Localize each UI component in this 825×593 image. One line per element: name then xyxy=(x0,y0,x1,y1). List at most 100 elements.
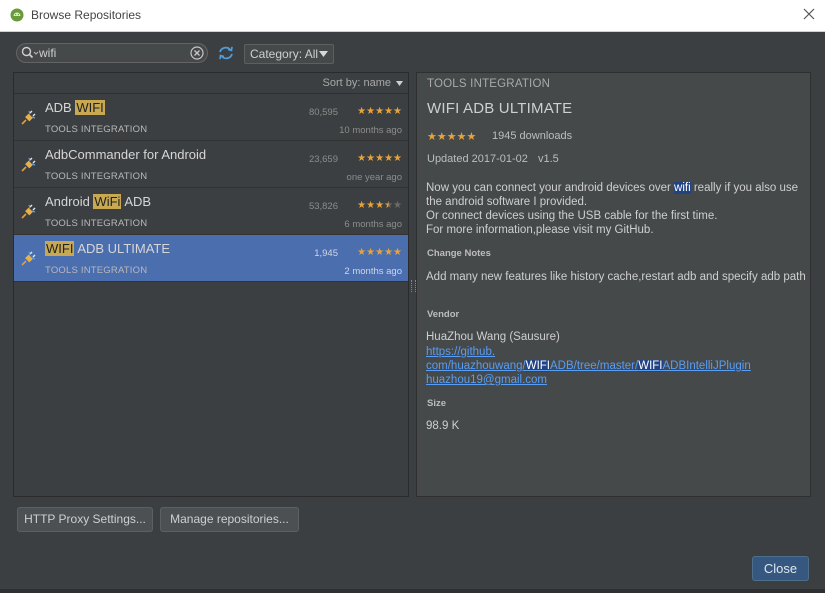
refresh-icon[interactable] xyxy=(217,45,235,61)
plugin-plug-icon xyxy=(21,110,36,125)
plugin-category: TOOLS INTEGRATION xyxy=(45,265,148,276)
star-full-icon: ★ xyxy=(427,131,437,143)
detail-description: Now you can connect your android devices… xyxy=(426,181,806,237)
search-match-highlight: WIFI xyxy=(75,100,105,115)
search-match-highlight: WiFi xyxy=(93,194,122,209)
plugin-rating: ★★★★★ xyxy=(357,247,402,258)
plugin-name-text: AdbCommander for Android xyxy=(45,147,207,162)
star-full-icon: ★ xyxy=(375,106,385,117)
star-full-icon: ★ xyxy=(393,153,402,164)
star-full-icon: ★ xyxy=(384,247,394,258)
category-dropdown[interactable]: Category: All xyxy=(244,44,334,64)
star-full-icon: ★ xyxy=(393,247,402,258)
search-match-highlight[interactable]: WIFI xyxy=(525,360,551,372)
plugin-rating: ★★★★★ xyxy=(357,200,402,211)
plugin-updated: 10 months ago xyxy=(339,125,402,136)
plugin-name: WIFI ADB ULTIMATE xyxy=(45,241,170,256)
clear-icon[interactable] xyxy=(190,46,204,60)
detail-title: WIFI ADB ULTIMATE xyxy=(427,100,573,117)
plugin-category: TOOLS INTEGRATION xyxy=(45,218,148,229)
star-full-icon: ★ xyxy=(357,247,367,258)
plugin-icon-wrap xyxy=(20,157,36,178)
chevron-down-icon xyxy=(319,51,328,57)
search-input[interactable] xyxy=(39,45,189,61)
search-field[interactable] xyxy=(16,43,208,63)
link-text[interactable]: ADB/tree/master/ xyxy=(550,360,638,372)
change-notes-text: Add many new features like history cache… xyxy=(426,271,806,283)
star-full-icon: ★ xyxy=(384,153,394,164)
plugin-name: Android WiFi ADB xyxy=(45,194,151,209)
close-icon[interactable] xyxy=(802,7,816,21)
plugin-icon-wrap xyxy=(20,204,36,225)
star-full-icon: ★ xyxy=(366,153,376,164)
plugin-name: AdbCommander for Android xyxy=(45,147,206,162)
plugin-category: TOOLS INTEGRATION xyxy=(45,171,148,182)
plugin-plug-icon xyxy=(21,251,36,266)
plugin-downloads: 80,595 xyxy=(308,107,338,118)
plugin-plug-icon xyxy=(21,204,36,219)
plugin-icon-wrap xyxy=(20,251,36,272)
star-full-icon: ★ xyxy=(456,131,467,143)
detail-rating: ★★★★★ xyxy=(427,130,476,143)
plugin-size: 98.9 K xyxy=(426,420,460,432)
star-half-icon: ★ xyxy=(384,200,394,211)
star-full-icon: ★ xyxy=(375,247,385,258)
plugin-row[interactable]: WIFI ADB ULTIMATE TOOLS INTEGRATION 1,945 ★… xyxy=(14,235,408,282)
vendor-heading: Vendor xyxy=(427,309,460,320)
close-button[interactable]: Close xyxy=(752,556,809,581)
plugin-category: TOOLS INTEGRATION xyxy=(45,124,148,135)
plugin-icon-wrap xyxy=(20,110,36,131)
plugin-details: TOOLS INTEGRATION WIFI ADB ULTIMATE ★★★★… xyxy=(416,72,811,497)
star-full-icon: ★ xyxy=(375,153,385,164)
desc-text: For more information,please visit my Git… xyxy=(426,224,654,236)
plugin-name: ADB WIFI xyxy=(45,100,105,115)
star-full-icon: ★ xyxy=(366,247,376,258)
link-text[interactable]: com/huazhouwang/ xyxy=(426,360,526,372)
detail-version: v1.5 xyxy=(538,153,559,165)
plugin-row[interactable]: AdbCommander for Android TOOLS INTEGRATIO… xyxy=(14,141,408,188)
plugin-row[interactable]: Android WiFi ADB TOOLS INTEGRATION 53,826 ★… xyxy=(14,188,408,235)
window-title: Browse Repositories xyxy=(31,8,142,22)
desc-text: Or connect devices using the USB cable f… xyxy=(426,210,718,222)
plugin-plug-icon xyxy=(21,157,36,172)
vendor-url-link[interactable]: https://github. com/huazhouwang/WIFIADB/… xyxy=(426,345,751,373)
star-full-icon: ★ xyxy=(357,106,367,117)
link-text[interactable]: https://github. xyxy=(426,346,495,358)
plugin-rating: ★★★★★ xyxy=(357,153,402,164)
star-full-icon: ★ xyxy=(436,131,447,143)
search-match-highlight: wifi xyxy=(674,182,691,194)
plugin-updated: 6 months ago xyxy=(344,219,402,230)
star-full-icon: ★ xyxy=(466,131,477,143)
http-proxy-settings-button[interactable]: HTTP Proxy Settings... xyxy=(17,507,153,532)
size-heading: Size xyxy=(427,398,447,409)
star-full-icon: ★ xyxy=(366,106,376,117)
vendor-name: HuaZhou Wang (Sausure) xyxy=(426,331,560,343)
search-match-highlight[interactable]: WIFI xyxy=(638,360,663,372)
desc-text: Now you can connect your android devices… xyxy=(426,182,675,194)
link-text[interactable]: ADBIntelliJPlugin xyxy=(663,360,751,372)
plugin-list: Sort by: name ADB WIFI TOOLS INTEGRATION 8… xyxy=(13,72,409,497)
plugin-name-text: ADB xyxy=(45,100,76,115)
chevron-down-icon[interactable] xyxy=(396,81,403,86)
star-full-icon: ★ xyxy=(366,200,376,211)
sort-bar: Sort by: name xyxy=(14,73,408,94)
title-bar: Browse Repositories xyxy=(0,0,825,32)
detail-downloads: 1945 downloads xyxy=(492,130,573,142)
category-label: Category: All xyxy=(250,47,319,61)
sort-dropdown[interactable]: Sort by: name xyxy=(323,77,391,89)
plugin-name-text: ADB ULTIMATE xyxy=(74,241,171,256)
plugin-row[interactable]: ADB WIFI TOOLS INTEGRATION 80,595 ★★★★★ 10 m… xyxy=(14,94,408,141)
window-bottom-edge xyxy=(0,589,825,593)
star-full-icon: ★ xyxy=(357,200,367,211)
manage-repositories-button[interactable]: Manage repositories... xyxy=(160,507,299,532)
search-icon xyxy=(21,46,39,59)
plugin-downloads: 1,945 xyxy=(314,248,338,259)
plugin-name-text: Android xyxy=(45,194,94,209)
star-full-icon: ★ xyxy=(384,106,394,117)
vendor-email-link[interactable]: huazhou19@gmail.com xyxy=(426,373,547,387)
plugin-downloads: 23,659 xyxy=(308,154,338,165)
plugin-updated: one year ago xyxy=(346,172,402,183)
change-notes-heading: Change Notes xyxy=(427,248,491,259)
star-empty-icon: ★ xyxy=(393,200,402,211)
plugin-name-text: ADB xyxy=(121,194,152,209)
